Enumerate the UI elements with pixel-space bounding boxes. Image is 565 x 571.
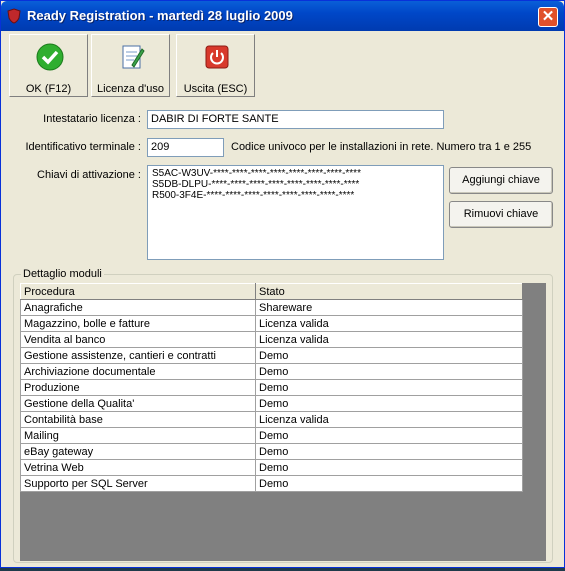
modules-group-title: Dettaglio moduli — [21, 268, 104, 280]
procedure-cell: Vendita al banco — [20, 331, 256, 348]
activation-key[interactable]: R500-3F4E-****-****-****-****-****-****-… — [152, 190, 439, 201]
procedure-cell: Anagrafiche — [20, 299, 256, 316]
status-cell: Licenza valida — [255, 331, 523, 348]
activation-key[interactable]: S5DB-DLPU-****-****-****-****-****-****-… — [152, 179, 439, 190]
status-cell: Demo — [255, 443, 523, 460]
table-row[interactable]: Anagrafiche Shareware — [20, 299, 523, 316]
table-header-row: Procedura Stato — [20, 283, 523, 300]
procedure-cell: eBay gateway — [20, 443, 256, 460]
table-row[interactable]: Supporto per SQL Server Demo — [20, 475, 523, 492]
shield-icon — [7, 8, 21, 24]
status-cell: Demo — [255, 363, 523, 380]
procedure-cell: Archiviazione documentale — [20, 363, 256, 380]
status-cell: Demo — [255, 395, 523, 412]
terminal-hint: Codice univoco per le installazioni in r… — [231, 141, 532, 153]
registration-window: Ready Registration - martedì 28 luglio 2… — [0, 0, 565, 568]
procedure-cell: Contabilità base — [20, 411, 256, 428]
terminal-label: Identificativo terminale : — [25, 141, 141, 153]
window-title: Ready Registration - martedì 28 luglio 2… — [27, 8, 293, 23]
grid-empty-area — [525, 283, 546, 561]
activation-key[interactable]: S5AC-W3UV-****-****-****-****-****-****-… — [152, 168, 439, 179]
procedure-cell: Magazzino, bolle e fatture — [20, 315, 256, 332]
status-cell: Licenza valida — [255, 411, 523, 428]
table-row[interactable]: eBay gateway Demo — [20, 443, 523, 460]
exit-button[interactable]: Uscita (ESC) — [176, 34, 255, 97]
procedure-cell: Vetrina Web — [20, 459, 256, 476]
status-cell: Licenza valida — [255, 315, 523, 332]
status-cell: Demo — [255, 427, 523, 444]
status-cell: Demo — [255, 347, 523, 364]
column-header-procedure[interactable]: Procedura — [20, 283, 256, 300]
status-cell: Demo — [255, 459, 523, 476]
procedure-cell: Gestione della Qualita' — [20, 395, 256, 412]
window-body: OK (F12) Licenza d'uso Uscita (ESC) Inte… — [4, 31, 561, 566]
terminal-field[interactable]: 209 — [147, 138, 224, 157]
license-button-label: Licenza d'uso — [97, 83, 164, 95]
activation-keys-list[interactable]: S5AC-W3UV-****-****-****-****-****-****-… — [147, 165, 444, 260]
table-row[interactable]: Archiviazione documentale Demo — [20, 363, 523, 380]
status-cell: Demo — [255, 379, 523, 396]
check-icon — [36, 43, 64, 71]
exit-button-label: Uscita (ESC) — [183, 83, 248, 95]
title-bar[interactable]: Ready Registration - martedì 28 luglio 2… — [1, 1, 564, 31]
owner-label: Intestatario licenza : — [43, 113, 141, 125]
ok-button-label: OK (F12) — [25, 83, 72, 95]
status-cell: Demo — [255, 475, 523, 492]
status-cell: Shareware — [255, 299, 523, 316]
modules-table: Procedura Stato Anagrafiche Shareware Mag… — [20, 283, 523, 492]
column-header-status[interactable]: Stato — [255, 283, 523, 300]
table-row[interactable]: Vendita al banco Licenza valida — [20, 331, 523, 348]
table-row[interactable]: Gestione assistenze, cantieri e contratt… — [20, 347, 523, 364]
ok-button[interactable]: OK (F12) — [9, 34, 88, 97]
add-key-button[interactable]: Aggiungi chiave — [449, 167, 553, 194]
procedure-cell: Produzione — [20, 379, 256, 396]
procedure-cell: Mailing — [20, 427, 256, 444]
keys-label: Chiavi di attivazione : — [37, 169, 141, 181]
procedure-cell: Gestione assistenze, cantieri e contratt… — [20, 347, 256, 364]
procedure-cell: Supporto per SQL Server — [20, 475, 256, 492]
table-row[interactable]: Vetrina Web Demo — [20, 459, 523, 476]
table-row[interactable]: Contabilità base Licenza valida — [20, 411, 523, 428]
table-row[interactable]: Magazzino, bolle e fatture Licenza valida — [20, 315, 523, 332]
owner-field[interactable]: DABIR DI FORTE SANTE — [147, 110, 444, 129]
table-row[interactable]: Produzione Demo — [20, 379, 523, 396]
table-row[interactable]: Gestione della Qualita' Demo — [20, 395, 523, 412]
close-button[interactable]: ✕ — [538, 7, 558, 27]
remove-key-button[interactable]: Rimuovi chiave — [449, 201, 553, 228]
close-icon: ✕ — [541, 8, 555, 25]
table-row[interactable]: Mailing Demo — [20, 427, 523, 444]
document-edit-icon — [122, 45, 145, 69]
license-button[interactable]: Licenza d'uso — [91, 34, 170, 97]
power-icon — [205, 45, 229, 69]
